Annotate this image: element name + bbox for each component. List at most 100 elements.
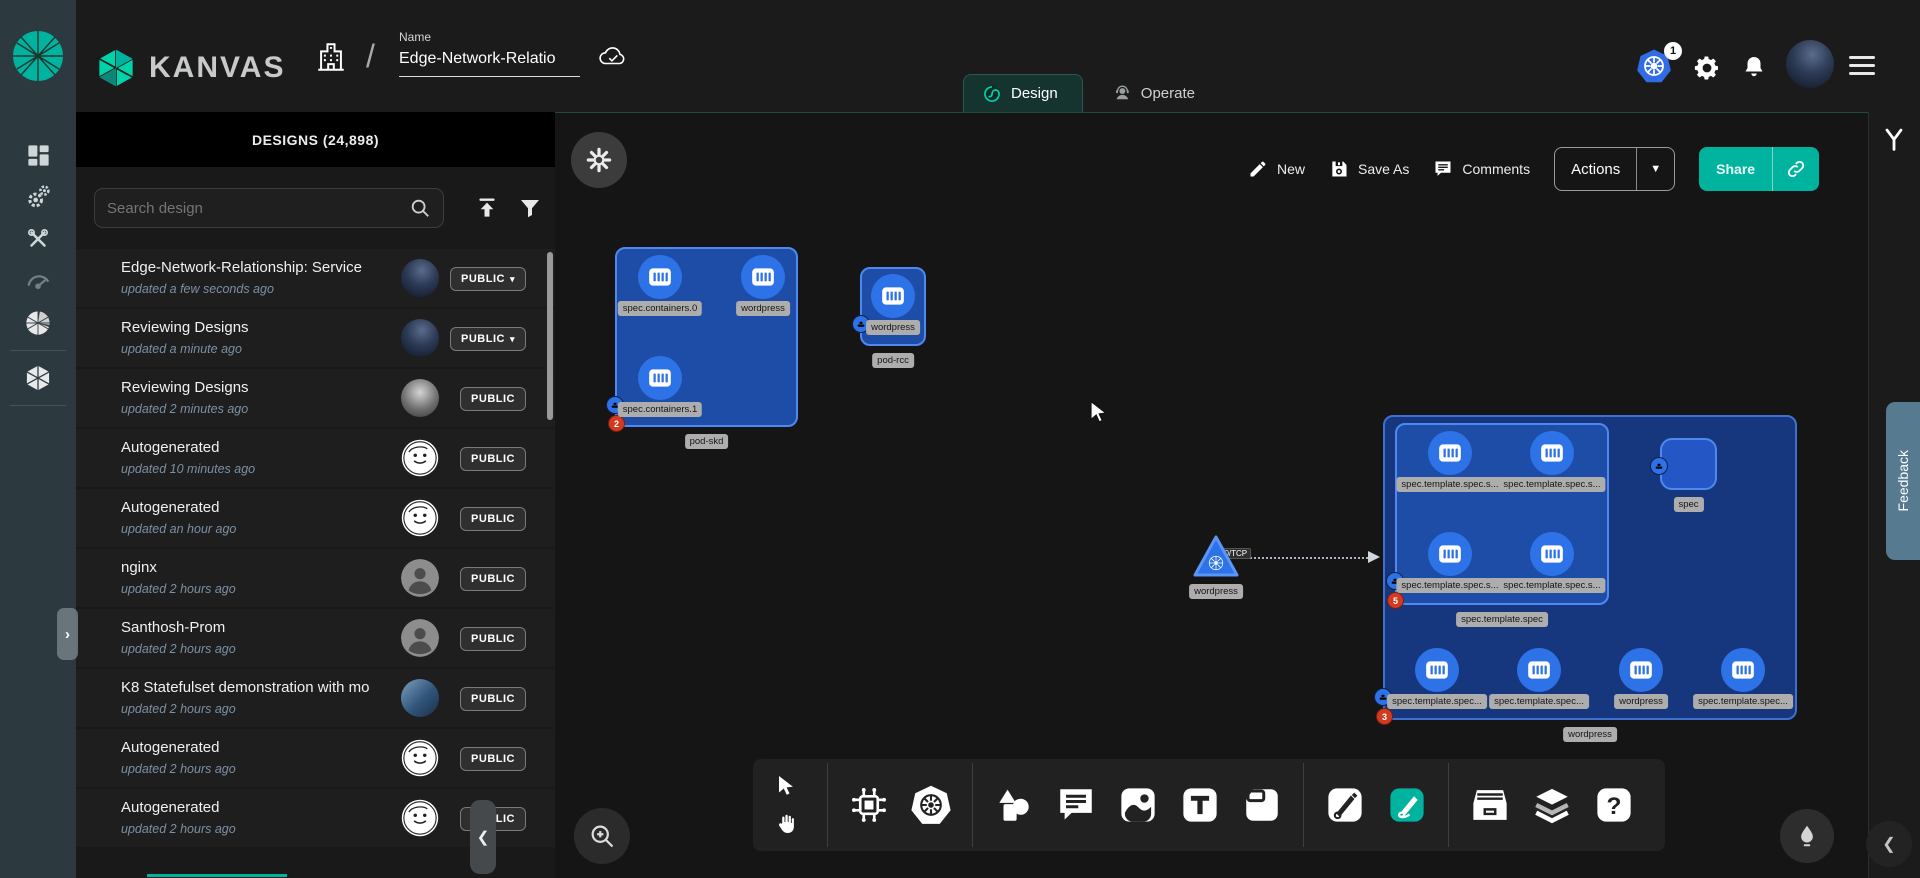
share-button[interactable]: Share [1699,147,1819,191]
drop-tool-button[interactable] [1780,809,1834,863]
hamburger-menu-icon[interactable] [1849,56,1875,80]
zoom-in-button[interactable] [574,808,630,864]
actions-caret-icon[interactable]: ▼ [1636,148,1674,190]
design-search-box[interactable] [94,188,444,228]
search-icon[interactable] [409,197,431,219]
cursor-tool[interactable] [769,771,803,801]
group-label-spec-template-spec: spec.template.spec [1456,612,1548,627]
design-list-scrollbar[interactable] [547,252,553,420]
container-node[interactable] [1619,648,1663,692]
layers-tool[interactable] [1527,780,1577,830]
design-list-item[interactable]: Reviewing Designs updated a minute ago P… [76,309,555,367]
pen-tool[interactable] [1320,780,1370,830]
design-title: Autogenerated [121,499,376,516]
freehand-tool[interactable] [1382,780,1432,830]
node-label: spec.template.spec... [1693,694,1793,709]
visibility-badge[interactable]: PUBLIC ▾ [450,327,526,351]
filter-icon[interactable] [518,196,542,225]
container-node[interactable] [1428,431,1472,475]
kubernetes-context-button[interactable]: 1 [1636,48,1676,88]
user-avatar[interactable] [1786,40,1834,88]
brand[interactable]: KANVAS [95,45,285,91]
container-node[interactable] [1530,532,1574,576]
container-node[interactable] [1530,431,1574,475]
design-list-item[interactable]: nginx updated 2 hours ago PUBLIC ▾ [76,549,555,607]
group-error-count-badge: 5 [1387,592,1404,609]
visibility-badge[interactable]: PUBLIC ▾ [460,447,526,471]
save-as-button[interactable]: Save As [1329,159,1409,179]
container-node[interactable] [1517,648,1561,692]
design-updated-time: updated 2 hours ago [121,762,236,776]
design-list-item[interactable]: Reviewing Designs updated 2 minutes ago … [76,369,555,427]
design-list-item[interactable]: Autogenerated updated 2 hours ago PUBLIC… [76,729,555,787]
help-tool[interactable]: ? [1589,780,1639,830]
sidebar-expand-button[interactable]: › [57,608,78,660]
service-triangle-node[interactable]: wordpress [1192,534,1240,583]
container-node[interactable] [638,356,682,400]
design-list-item[interactable]: Autogenerated updated 10 minutes ago PUB… [76,429,555,487]
sidebar-item-kanvas[interactable] [0,357,76,399]
container-node[interactable] [871,274,915,318]
kubernetes-tool[interactable] [906,780,956,830]
visibility-badge[interactable]: PUBLIC ▾ [450,267,526,291]
design-list-item[interactable]: K8 Statefulset demonstration with mo upd… [76,669,555,727]
settings-gear-icon[interactable] [1693,54,1721,87]
designs-panel-collapse-button[interactable]: ❮ [470,800,496,874]
new-button[interactable]: New [1248,159,1305,179]
container-node[interactable] [638,255,682,299]
container-node[interactable] [1415,648,1459,692]
right-dock-collapse-button[interactable]: ❮ [1866,821,1912,867]
visibility-badge[interactable]: PUBLIC ▾ [460,387,526,411]
copy-link-icon[interactable] [1772,147,1819,191]
meshery-logo[interactable] [0,0,76,112]
sidebar-divider [10,350,66,351]
sidebar-item-performance[interactable] [0,260,76,302]
sidebar-item-lifecycle[interactable] [0,176,76,218]
comment-tool[interactable] [1051,780,1101,830]
actions-button[interactable]: Actions ▼ [1554,147,1675,191]
comments-button-label: Comments [1462,161,1530,177]
node-label: spec.template.spec... [1387,694,1487,709]
circuit-tool[interactable] [844,780,894,830]
tool-groups: ? [817,763,1645,847]
shapes-tool[interactable] [989,780,1039,830]
relationship-y-icon[interactable] [1880,126,1908,159]
visibility-badge[interactable]: PUBLIC ▾ [460,747,526,771]
sticky-note-tool[interactable] [1237,780,1287,830]
design-list-item[interactable]: Autogenerated updated an hour ago PUBLIC… [76,489,555,547]
comments-button[interactable]: Comments [1433,159,1530,179]
design-author-avatar [401,619,439,657]
sidebar-item-dashboard[interactable] [0,134,76,176]
image-tool[interactable] [1113,780,1163,830]
group-node-spec[interactable] [1660,438,1717,490]
layout-snowflake-button[interactable] [571,132,627,188]
organization-icon[interactable] [314,40,348,79]
meshery-mesh-logo-icon [11,29,65,83]
drawer-tool[interactable] [1465,780,1515,830]
visibility-badge[interactable]: PUBLIC ▾ [460,687,526,711]
design-name-field[interactable]: Name Edge-Network-Relatio [399,30,580,77]
visibility-badge[interactable]: PUBLIC ▾ [460,627,526,651]
container-node[interactable] [1721,648,1765,692]
tab-operate[interactable]: Operate [1095,74,1213,112]
visibility-badge[interactable]: PUBLIC ▾ [460,507,526,531]
feedback-tab[interactable]: Feedback [1886,402,1920,560]
visibility-badge[interactable]: PUBLIC ▾ [460,567,526,591]
tab-design[interactable]: Design [963,74,1083,112]
visibility-label: PUBLIC [461,333,505,345]
design-list-item[interactable]: Santhosh-Prom updated 2 hours ago PUBLIC… [76,609,555,667]
container-node[interactable] [741,255,785,299]
container-node[interactable] [1428,532,1472,576]
design-title: Autogenerated [121,739,376,756]
svg-text:?: ? [1607,793,1622,820]
toolbar-divider [972,763,973,847]
notifications-bell-icon[interactable] [1742,53,1766,86]
design-list-item[interactable]: Edge-Network-Relationship: Service updat… [76,249,555,307]
design-name-input[interactable]: Edge-Network-Relatio [399,50,580,77]
upload-design-icon[interactable] [474,195,500,226]
sidebar-item-configuration[interactable] [0,218,76,260]
text-tool[interactable] [1175,780,1225,830]
design-search-input[interactable] [107,200,409,217]
sidebar-item-mesh[interactable] [0,302,76,344]
hand-tool[interactable] [769,809,803,839]
